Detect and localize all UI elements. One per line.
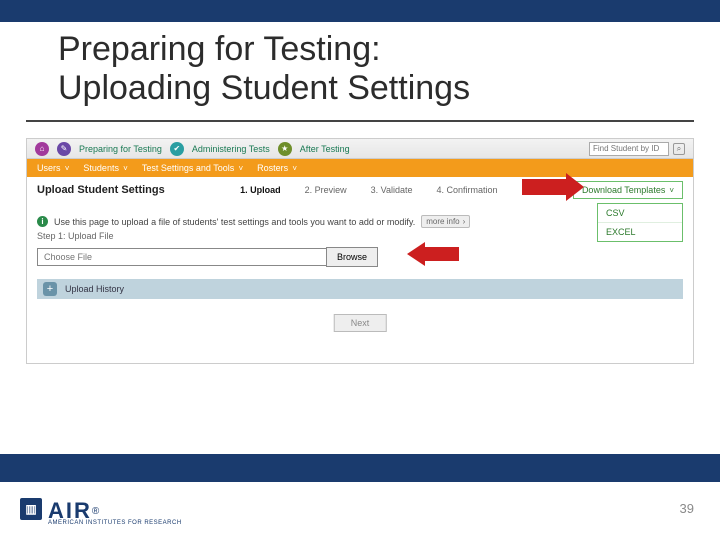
callout-arrow-download — [522, 179, 566, 195]
orange-subnav: Users ˅ Students ˅ Test Settings and Too… — [27, 159, 693, 177]
upload-history-bar[interactable]: + Upload History — [37, 279, 683, 299]
section-header: Upload Student Settings 1. Upload 2. Pre… — [37, 181, 683, 199]
next-button[interactable]: Next — [334, 314, 387, 332]
step-3: 3. Validate — [371, 185, 413, 195]
more-info-label: more info — [426, 217, 459, 226]
subnav-students[interactable]: Students ˅ — [83, 163, 127, 173]
choose-file-input[interactable] — [37, 248, 327, 266]
title-line-1: Preparing for Testing: — [58, 30, 381, 68]
download-templates-label: Download Templates — [582, 185, 665, 195]
subnav-rosters[interactable]: Rosters ˅ — [257, 163, 297, 173]
subnav-users[interactable]: Users ˅ — [37, 163, 69, 173]
chevron-right-icon: › — [463, 217, 466, 226]
after-icon[interactable]: ★ — [278, 142, 292, 156]
callout-arrowhead-browse — [407, 242, 425, 266]
page-title: Preparing for Testing: Uploading Student… — [58, 30, 662, 108]
page-number: 39 — [680, 501, 694, 516]
plus-icon: + — [43, 282, 57, 296]
search-input[interactable] — [589, 142, 669, 156]
info-icon: i — [37, 216, 48, 227]
logo-registered: ® — [92, 506, 99, 517]
dropdown-option-csv[interactable]: CSV — [598, 204, 682, 222]
download-templates-dropdown: CSV EXCEL — [597, 203, 683, 242]
administering-icon[interactable]: ✔ — [170, 142, 184, 156]
subnav-students-label: Students — [83, 163, 119, 173]
wizard-steps: 1. Upload 2. Preview 3. Validate 4. Conf… — [240, 185, 497, 195]
tab-preparing[interactable]: Preparing for Testing — [79, 144, 162, 154]
subnav-tools[interactable]: Test Settings and Tools ˅ — [142, 163, 243, 173]
student-search: ⌕ — [589, 142, 685, 156]
section-title: Upload Student Settings — [37, 184, 165, 196]
callout-arrowhead-download — [566, 173, 584, 201]
step-1: 1. Upload — [240, 185, 281, 195]
air-logo: ▥ AIR® AMERICAN INSTITUTES FOR RESEARCH — [20, 498, 182, 526]
step-4: 4. Confirmation — [437, 185, 498, 195]
callout-arrow-browse — [425, 247, 459, 261]
title-line-2: Uploading Student Settings — [58, 69, 470, 107]
slide-bottom-band: ▥ AIR® AMERICAN INSTITUTES FOR RESEARCH … — [0, 454, 720, 540]
step-2: 2. Preview — [305, 185, 347, 195]
choose-file-row: Browse — [37, 247, 683, 267]
bottom-stripe — [0, 454, 720, 482]
upload-history-label: Upload History — [65, 284, 124, 294]
info-line: i Use this page to upload a file of stud… — [37, 215, 470, 228]
subnav-tools-label: Test Settings and Tools — [142, 163, 234, 173]
logo-mark-icon: ▥ — [20, 498, 42, 520]
tab-after[interactable]: After Testing — [300, 144, 350, 154]
embedded-screenshot: ⌂ ✎ Preparing for Testing ✔ Administerin… — [26, 138, 694, 364]
home-icon[interactable]: ⌂ — [35, 142, 49, 156]
dropdown-option-excel[interactable]: EXCEL — [598, 222, 682, 241]
info-text: Use this page to upload a file of studen… — [54, 217, 415, 227]
download-templates-button[interactable]: Download Templates ˅ — [573, 181, 683, 199]
logo-mark-glyph: ▥ — [25, 502, 36, 516]
slide-top-bar — [0, 0, 720, 22]
download-templates-wrap: Download Templates ˅ CSV EXCEL — [573, 181, 683, 199]
subnav-rosters-label: Rosters — [257, 163, 288, 173]
more-info-button[interactable]: more info › — [421, 215, 470, 228]
search-icon[interactable]: ⌕ — [673, 143, 685, 155]
logo-subtitle: AMERICAN INSTITUTES FOR RESEARCH — [48, 520, 182, 526]
preparing-icon[interactable]: ✎ — [57, 142, 71, 156]
browse-button[interactable]: Browse — [326, 247, 378, 267]
step-1-label: Step 1: Upload File — [37, 231, 114, 241]
tab-administering[interactable]: Administering Tests — [192, 144, 270, 154]
top-tab-row: ⌂ ✎ Preparing for Testing ✔ Administerin… — [27, 139, 693, 159]
subnav-users-label: Users — [37, 163, 61, 173]
slide-title-block: Preparing for Testing: Uploading Student… — [26, 22, 694, 122]
chevron-down-icon: ˅ — [669, 186, 674, 195]
